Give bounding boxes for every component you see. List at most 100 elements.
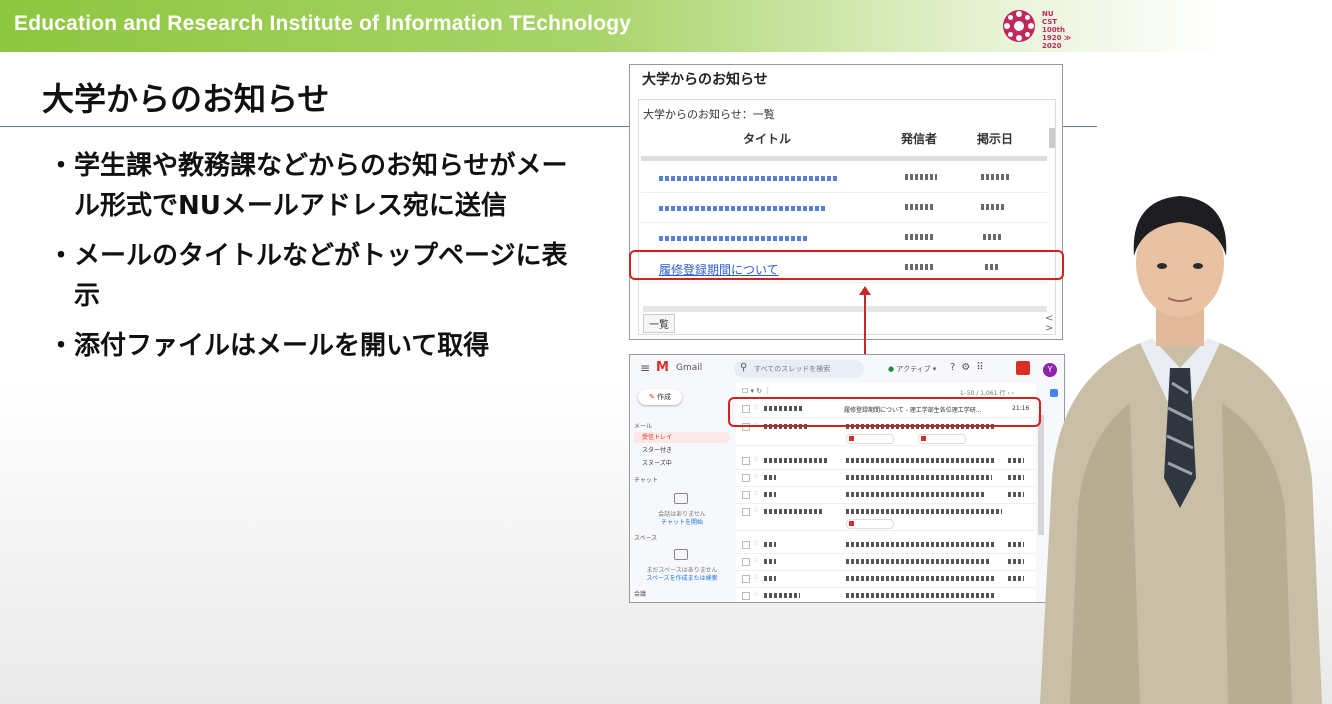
subject-blurred (846, 559, 990, 564)
sender-blurred (764, 475, 776, 480)
row-checkbox[interactable] (742, 558, 750, 566)
row-checkbox[interactable] (742, 457, 750, 465)
star-icon[interactable]: ☆ (753, 573, 759, 581)
gmail-logo-icon: M (656, 360, 669, 375)
attachment-chip[interactable] (918, 434, 966, 444)
compose-label: 作成 (657, 393, 672, 401)
logo-line: 1920 ≫ 2020 (1042, 34, 1072, 50)
presenter-figure (1040, 196, 1322, 704)
date-blurred (1008, 475, 1024, 480)
bullet-text: 学生課や教務課などからのお知らせがメール形式でNUメールアドレス宛に送信 (74, 151, 568, 221)
row-checkbox[interactable] (742, 474, 750, 482)
bullet-marker: ・ (48, 151, 75, 181)
column-header-sender: 発信者 (901, 132, 938, 146)
mail-row[interactable]: ☆ (736, 571, 1036, 588)
star-icon[interactable]: ☆ (753, 590, 759, 598)
mail-row[interactable]: ☆ (736, 554, 1036, 571)
table-row[interactable] (641, 162, 1047, 193)
slide-title: 大学からのお知らせ (42, 80, 330, 118)
mail-row[interactable]: ☆ (736, 588, 1036, 602)
row-checkbox[interactable] (742, 592, 750, 600)
pdf-icon (849, 521, 854, 526)
notice-link-blurred[interactable] (659, 176, 837, 181)
mail-row[interactable]: ☆ (736, 487, 1036, 504)
attachment-chip[interactable] (846, 434, 894, 444)
section-spaces: スペース (634, 535, 658, 542)
notice-link-blurred[interactable] (659, 236, 809, 241)
column-header-title: タイトル (743, 132, 792, 146)
star-icon[interactable]: ☆ (753, 489, 759, 497)
status-label: アクティブ ▾ (896, 365, 937, 373)
subject-blurred (846, 509, 1002, 514)
sender-blurred (905, 174, 937, 180)
gmail-logo-text: Gmail (676, 363, 703, 373)
star-icon[interactable]: ☆ (753, 539, 759, 547)
search-placeholder: すべてのスレッドを検索 (754, 365, 831, 373)
table-row[interactable] (641, 222, 1047, 253)
logo-line: NU (1042, 10, 1054, 18)
sidebar-item-snoozed[interactable]: スヌーズ中 (634, 458, 730, 469)
vertical-scrollbar[interactable] (1049, 128, 1055, 148)
sender-blurred (905, 234, 935, 240)
spaces-grid-icon (674, 549, 688, 560)
gear-icon[interactable]: ⚙ (961, 362, 976, 373)
create-space-link[interactable]: スペースを作成または検索 (636, 575, 728, 583)
star-icon[interactable]: ☆ (753, 506, 759, 514)
subject-blurred (846, 593, 996, 598)
sender-blurred (764, 492, 776, 497)
logo-line: 100th (1042, 26, 1065, 34)
status-selector[interactable]: ● アクティブ ▾ (888, 364, 936, 374)
bullet-marker: ・ (48, 241, 75, 271)
bullet-item: ・ メールのタイトルなどがトップページに表示 (48, 236, 568, 316)
mail-row[interactable]: ☆ (736, 504, 1036, 531)
date-blurred (1008, 458, 1024, 463)
date-blurred (1008, 576, 1024, 581)
star-icon[interactable]: ☆ (753, 472, 759, 480)
apps-grid-icon[interactable]: ⠿ (976, 362, 989, 373)
list-toolbar[interactable]: ☐ ▾ ↻ ⋮ (742, 387, 771, 395)
institution-icon[interactable] (1016, 361, 1030, 375)
flower-logo-icon (1003, 10, 1035, 42)
row-checkbox[interactable] (742, 491, 750, 499)
attachment-chip[interactable] (846, 519, 894, 529)
search-input[interactable]: ⚲ すべてのスレッドを検索 (734, 360, 864, 378)
row-checkbox[interactable] (742, 508, 750, 516)
compose-button[interactable]: ✎ 作成 (638, 389, 682, 405)
bullet-item: ・ 添付ファイルはメールを開いて取得 (48, 326, 568, 366)
bullet-item: ・ 学生課や教務課などからのお知らせがメール形式でNUメールアドレス宛に送信 (48, 146, 568, 226)
mail-row[interactable]: ☆ (736, 537, 1036, 554)
row-checkbox[interactable] (742, 575, 750, 583)
sidebar-item-starred[interactable]: スター付き (634, 445, 730, 456)
mail-row[interactable]: ☆ (736, 453, 1036, 470)
help-icon[interactable]: ? (950, 362, 961, 373)
notice-link-blurred[interactable] (659, 206, 827, 211)
chat-empty-text: 会話はありません (658, 511, 706, 518)
portal-notice-panel: 大学からのお知らせ 大学からのお知らせ：一覧 タイトル 発信者 掲示日 履修登録… (629, 64, 1063, 340)
subject-blurred (846, 576, 996, 581)
anniversary-logo: NU CST 100th 1920 ≫ 2020 (1000, 8, 1090, 50)
search-icon: ⚲ (740, 362, 748, 373)
horizontal-scrollbar[interactable] (643, 306, 1047, 312)
header-separator (641, 156, 1047, 161)
column-header-date: 掲示日 (977, 132, 1014, 146)
bullet-list: ・ 学生課や教務課などからのお知らせがメール形式でNUメールアドレス宛に送信 ・… (48, 146, 568, 376)
menu-icon[interactable]: ≡ (640, 361, 650, 375)
star-icon[interactable]: ☆ (753, 455, 759, 463)
bullet-marker: ・ (48, 331, 75, 361)
table-row[interactable] (641, 192, 1047, 223)
list-button[interactable]: 一覧 (643, 314, 675, 333)
start-chat-link[interactable]: チャットを開始 (636, 519, 728, 527)
page-count: 1–50 / 1,061 行 ‹ › (960, 390, 1014, 397)
sender-blurred (905, 204, 935, 210)
sidebar-item-inbox[interactable]: 受信トレイ (634, 432, 730, 443)
date-blurred (1008, 492, 1024, 497)
pencil-icon: ✎ (648, 393, 655, 401)
highlight-box-portal (629, 250, 1064, 280)
header-banner: Education and Research Institute of Info… (0, 0, 1332, 52)
subject-blurred (846, 542, 996, 547)
mail-row[interactable]: ☆ (736, 470, 1036, 487)
row-checkbox[interactable] (742, 541, 750, 549)
highlight-box-gmail (728, 397, 1041, 427)
sender-blurred (764, 509, 824, 514)
star-icon[interactable]: ☆ (753, 556, 759, 564)
